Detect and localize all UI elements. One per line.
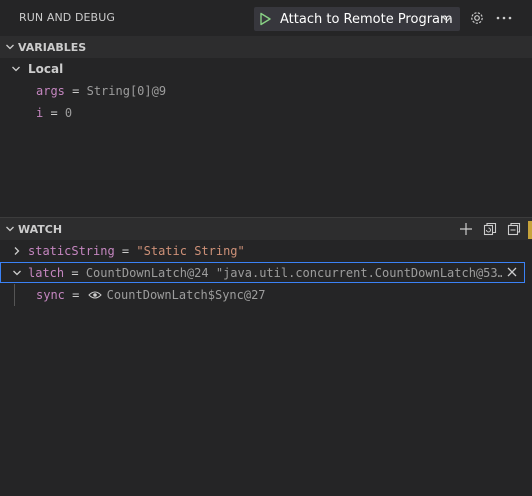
watch-expression-row[interactable]: latch = CountDownLatch@24 "java.util.con… (0, 262, 532, 284)
equals-sign: = (64, 266, 86, 280)
chevron-down-icon[interactable] (2, 224, 18, 234)
view-title: RUN AND DEBUG (19, 11, 115, 24)
variable-row[interactable]: i = 0 (0, 102, 532, 124)
variable-name: i (36, 106, 44, 120)
variable-row[interactable]: args = String[0]@9 (0, 80, 532, 102)
variable-value: String[0]@9 (86, 84, 167, 98)
watch-actions (458, 218, 522, 240)
eye-icon (87, 287, 103, 303)
scroll-indicator (528, 221, 532, 239)
watch-expression-row[interactable]: staticString = "Static String" (0, 240, 532, 262)
watch-section-header[interactable]: WATCH (0, 218, 532, 240)
add-expression-icon[interactable] (458, 221, 474, 237)
ellipsis-icon[interactable] (495, 10, 513, 26)
chevron-down-icon[interactable] (10, 268, 24, 278)
watch-child-value: CountDownLatch$Sync@27 (106, 288, 266, 302)
chevron-down-icon[interactable] (8, 64, 24, 74)
collapse-all-icon[interactable] (506, 221, 522, 237)
chevron-down-icon[interactable] (2, 42, 18, 52)
chevron-right-icon[interactable] (10, 246, 24, 256)
equals-sign: = (64, 84, 87, 98)
variable-name: args (36, 84, 65, 98)
chevron-down-icon[interactable] (440, 12, 454, 29)
watch-expression-value: "Static String" (136, 244, 245, 258)
equals-sign: = (64, 288, 87, 302)
equals-sign: = (43, 106, 65, 120)
watch-child-name: sync (36, 288, 65, 302)
watch-expression-name: latch (28, 266, 65, 280)
refresh-icon[interactable] (482, 221, 498, 237)
watch-expression-value: CountDownLatch@24 "java.util.concurrent.… (85, 266, 502, 280)
variables-section-header[interactable]: VARIABLES (0, 36, 532, 58)
launch-configuration-label[interactable]: Attach to Remote Program (280, 12, 453, 27)
scope-label: Local (28, 62, 64, 76)
variable-value: 0 (64, 106, 73, 120)
debug-toolbar: RUN AND DEBUG Attach to Remote Program (0, 0, 532, 36)
equals-sign: = (114, 244, 137, 258)
launch-configuration-dropdown[interactable]: Attach to Remote Program (254, 7, 460, 31)
close-icon[interactable] (505, 265, 519, 281)
watch-child-row[interactable]: sync = CountDownLatch$Sync@27 (0, 284, 532, 306)
scope-row-local[interactable]: Local (0, 58, 532, 80)
gear-icon[interactable] (469, 10, 485, 26)
section-title: WATCH (18, 222, 63, 236)
section-title: VARIABLES (18, 40, 87, 54)
watch-expression-name: staticString (28, 244, 115, 258)
play-icon[interactable] (254, 7, 276, 31)
